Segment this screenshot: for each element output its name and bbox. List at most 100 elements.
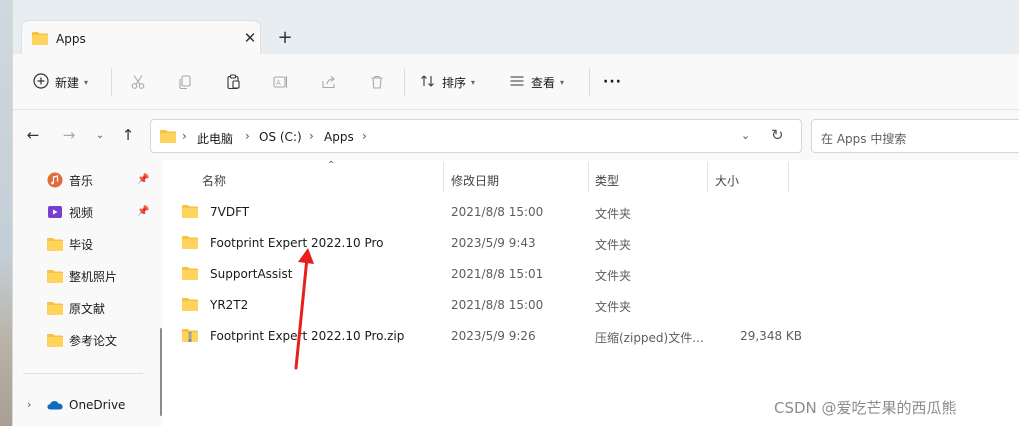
sidebar-item-original-literature[interactable]: 原文献 xyxy=(47,297,105,319)
new-label: 新建 xyxy=(55,75,80,90)
cut-icon[interactable] xyxy=(126,70,150,94)
music-icon xyxy=(47,172,63,188)
file-row[interactable]: 7VDFT 2021/8/8 15:00 文件夹 xyxy=(182,200,802,224)
file-list: ⌃ 名称 修改日期 类型 大小 7VDFT 2021/8/8 15:00 文件夹… xyxy=(162,160,1019,426)
sidebar-divider xyxy=(23,373,143,374)
search-placeholder: 在 Apps 中搜索 xyxy=(821,132,907,146)
file-type: 文件夹 xyxy=(595,238,632,252)
file-size: 29,348 KB xyxy=(740,329,802,343)
delete-icon[interactable] xyxy=(365,70,389,94)
view-button[interactable]: 查看 ▾ xyxy=(509,70,564,94)
column-divider[interactable] xyxy=(588,162,589,192)
recent-locations-chevron-icon[interactable]: ⌄ xyxy=(90,125,110,145)
chevron-down-icon: ▾ xyxy=(84,77,89,87)
svg-text:A: A xyxy=(276,79,281,87)
sidebar-item-reference-papers[interactable]: 参考论文 xyxy=(47,329,117,351)
sidebar-item-label: 整机照片 xyxy=(69,269,118,284)
navigation-bar: ← → ⌄ ↑ › 此电脑 › OS (C:) › Apps › ⌄ ↻ 在 A… xyxy=(13,110,1019,160)
file-name: SupportAssist xyxy=(210,267,293,281)
pin-icon[interactable]: 📌 xyxy=(137,206,149,217)
file-type: 文件夹 xyxy=(595,207,632,221)
back-arrow-icon[interactable]: ← xyxy=(23,125,43,145)
sort-button[interactable]: 排序 ▾ xyxy=(420,70,475,94)
file-name: 7VDFT xyxy=(210,205,250,219)
desktop-background xyxy=(0,0,12,426)
refresh-icon[interactable]: ↻ xyxy=(771,126,784,144)
breadcrumb-apps[interactable]: Apps xyxy=(324,130,354,144)
breadcrumb-chevron-icon: › xyxy=(309,129,314,143)
column-header-size[interactable]: 大小 xyxy=(715,172,739,189)
file-name: Footprint Expert 2022.10 Pro xyxy=(210,236,384,250)
folder-icon xyxy=(182,297,198,314)
view-icon xyxy=(509,73,525,92)
breadcrumb-chevron-icon: › xyxy=(245,129,250,143)
folder-icon xyxy=(182,235,198,252)
file-type: 文件夹 xyxy=(595,300,632,314)
breadcrumb-chevron-icon: › xyxy=(182,129,187,143)
address-bar[interactable]: › 此电脑 › OS (C:) › Apps › ⌄ ↻ xyxy=(150,119,802,153)
column-header-type[interactable]: 类型 xyxy=(595,172,619,189)
sidebar-item-label: OneDrive xyxy=(69,398,126,412)
new-tab-button[interactable]: + xyxy=(275,28,295,48)
file-name: YR2T2 xyxy=(210,298,249,312)
folder-icon xyxy=(47,236,63,252)
close-tab-icon[interactable]: ✕ xyxy=(240,28,260,48)
file-date: 2023/5/9 9:26 xyxy=(451,329,536,343)
folder-icon xyxy=(47,332,63,348)
up-arrow-icon[interactable]: ↑ xyxy=(118,125,138,145)
chevron-down-icon: ▾ xyxy=(471,77,476,87)
tab-bar: Apps ✕ + xyxy=(13,0,1019,56)
sidebar-item-onedrive[interactable]: OneDrive xyxy=(47,394,125,416)
plus-circle-icon xyxy=(33,72,49,92)
sidebar-item-label: 视频 xyxy=(69,205,94,220)
sort-label: 排序 xyxy=(442,75,467,90)
new-button[interactable]: 新建 ▾ xyxy=(33,70,88,94)
sidebar-item-label: 毕设 xyxy=(69,237,94,252)
file-row[interactable]: YR2T2 2021/8/8 15:00 文件夹 xyxy=(182,293,802,317)
folder-icon xyxy=(182,266,198,283)
video-icon xyxy=(47,204,63,220)
copy-icon[interactable] xyxy=(173,70,197,94)
file-type: 文件夹 xyxy=(595,269,632,283)
command-bar: 新建 ▾ A 排序 ▾ 查看 ▾ ··· xyxy=(13,54,1019,110)
sidebar-item-music[interactable]: 音乐 xyxy=(47,169,93,191)
file-row[interactable]: SupportAssist 2021/8/8 15:01 文件夹 xyxy=(182,262,802,286)
forward-arrow-icon[interactable]: → xyxy=(59,125,79,145)
file-date: 2021/8/8 15:00 xyxy=(451,298,544,312)
file-row[interactable]: Footprint Expert 2022.10 Pro.zip 2023/5/… xyxy=(182,324,802,348)
column-header-name[interactable]: 名称 xyxy=(202,172,226,189)
tab-apps[interactable]: Apps ✕ xyxy=(21,20,261,56)
column-divider[interactable] xyxy=(707,162,708,192)
file-date: 2021/8/8 15:01 xyxy=(451,267,544,281)
column-divider[interactable] xyxy=(788,162,789,192)
folder-icon xyxy=(160,129,176,146)
sidebar-item-photos[interactable]: 整机照片 xyxy=(47,265,117,287)
rename-icon[interactable]: A xyxy=(269,70,293,94)
navigation-pane: 音乐 📌 视频 📌 毕设 整机照片 原文献 参考论文 › OneDrive xyxy=(13,160,162,426)
folder-icon xyxy=(32,31,48,48)
more-options-button[interactable]: ··· xyxy=(603,70,622,94)
share-icon[interactable] xyxy=(317,70,341,94)
sidebar-item-label: 参考论文 xyxy=(69,333,118,348)
paste-icon[interactable] xyxy=(221,70,245,94)
folder-icon xyxy=(182,204,198,221)
breadcrumb-os-drive[interactable]: OS (C:) xyxy=(259,130,302,144)
column-header-date[interactable]: 修改日期 xyxy=(451,172,499,189)
column-divider[interactable] xyxy=(443,162,444,192)
address-dropdown-icon[interactable]: ⌄ xyxy=(741,129,750,142)
sidebar-item-label: 音乐 xyxy=(69,173,94,188)
file-row[interactable]: Footprint Expert 2022.10 Pro 2023/5/9 9:… xyxy=(182,231,802,255)
sidebar-item-video[interactable]: 视频 xyxy=(47,201,93,223)
search-input[interactable]: 在 Apps 中搜索 xyxy=(811,119,1019,153)
toolbar-divider xyxy=(111,68,112,96)
pin-icon[interactable]: 📌 xyxy=(137,174,149,185)
sort-icon xyxy=(420,73,436,92)
view-label: 查看 xyxy=(531,75,556,90)
file-type: 压缩(zipped)文件... xyxy=(595,331,704,345)
zip-folder-icon xyxy=(182,328,198,345)
breadcrumb-this-pc[interactable]: 此电脑 xyxy=(197,130,233,147)
file-name: Footprint Expert 2022.10 Pro.zip xyxy=(210,329,405,343)
expand-chevron-icon[interactable]: › xyxy=(27,398,31,411)
toolbar-divider xyxy=(589,68,590,96)
sidebar-item-graduation-project[interactable]: 毕设 xyxy=(47,233,93,255)
